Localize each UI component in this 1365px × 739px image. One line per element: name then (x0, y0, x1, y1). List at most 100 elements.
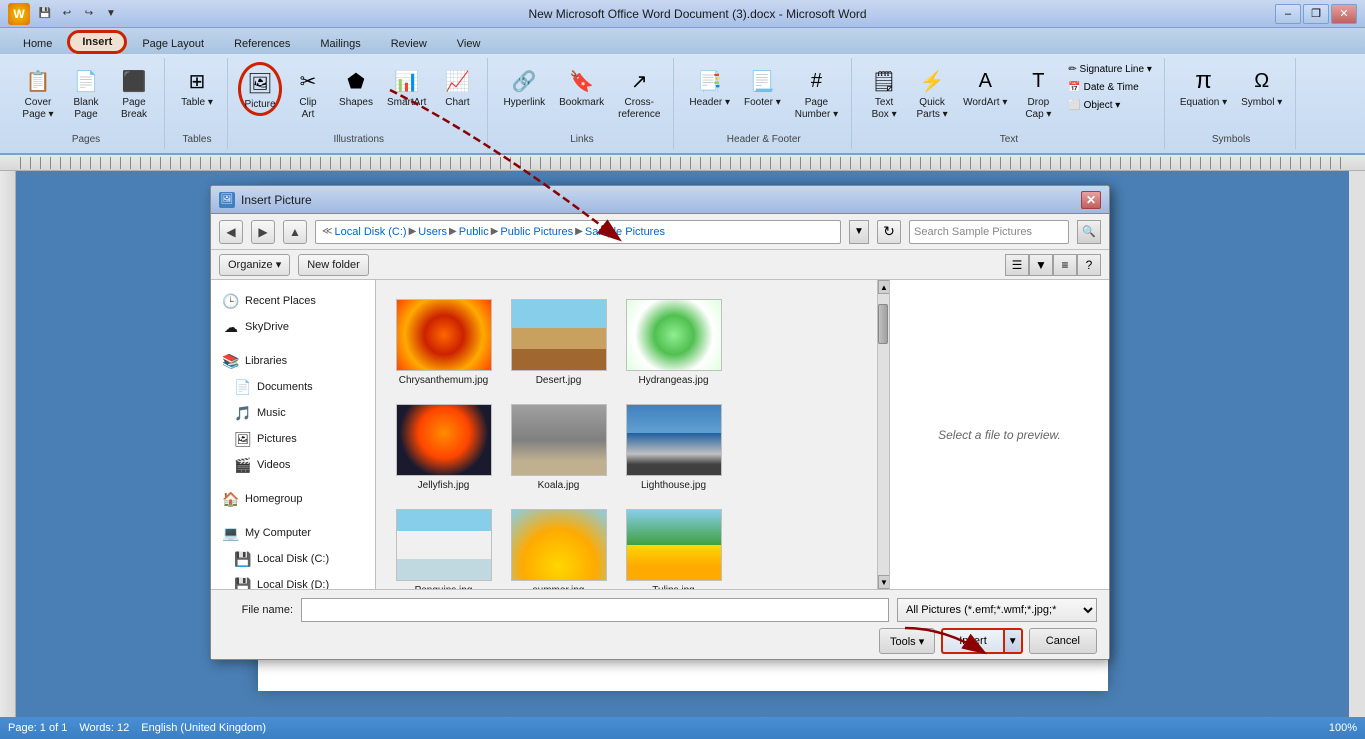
text-box-btn[interactable]: 🗒 TextBox ▾ (862, 62, 906, 124)
signature-line-btn[interactable]: ✏ Signature Line ▾ (1064, 62, 1155, 77)
tab-home[interactable]: Home (8, 33, 67, 54)
filename-input[interactable] (301, 598, 889, 622)
address-sample-pictures[interactable]: Sample Pictures (585, 226, 665, 238)
sidebar-item-my-computer[interactable]: 💻 My Computer (211, 520, 375, 546)
quick-parts-btn[interactable]: ⚡ QuickParts ▾ (910, 62, 954, 124)
cross-reference-btn[interactable]: ↗ Cross-reference (613, 62, 665, 124)
right-scrollbar[interactable] (1349, 171, 1365, 717)
undo-qa-btn[interactable]: ↩ (58, 5, 76, 23)
dialog-close-btn[interactable]: ✕ (1081, 191, 1101, 209)
insert-dropdown-btn[interactable]: ▼ (1003, 628, 1023, 654)
dialog-icon: 🖼 (219, 192, 235, 208)
tools-btn[interactable]: Tools ▾ (879, 628, 935, 654)
bookmark-btn[interactable]: 🔖 Bookmark (554, 62, 609, 112)
file-item-penguins[interactable]: Penguins.jpg (391, 505, 496, 589)
table-btn[interactable]: ⊞ Table ▾ (175, 62, 219, 112)
file-thumb-lighthouse (626, 404, 722, 476)
new-folder-btn[interactable]: New folder (298, 254, 369, 276)
search-btn[interactable]: 🔍 (1077, 220, 1101, 244)
picture-btn[interactable]: 🖼 Picture (238, 62, 282, 116)
file-item-desert[interactable]: Desert.jpg (506, 295, 611, 390)
sidebar-item-local-disk-d[interactable]: 💾 Local Disk (D:) (211, 572, 375, 589)
wordart-btn[interactable]: A WordArt ▾ (958, 62, 1012, 112)
view-details-btn[interactable]: ≡ (1053, 254, 1077, 276)
links-group-label: Links (490, 134, 673, 145)
sidebar-item-local-disk-c[interactable]: 💾 Local Disk (C:) (211, 546, 375, 572)
date-time-btn[interactable]: 📅 Date & Time (1064, 80, 1155, 95)
file-item-koala[interactable]: Koala.jpg (506, 400, 611, 495)
address-dropdown-btn[interactable]: ▼ (849, 220, 869, 244)
forward-btn[interactable]: ▶ (251, 220, 275, 244)
search-box[interactable]: Search Sample Pictures (909, 220, 1069, 244)
organize-btn[interactable]: Organize ▾ (219, 254, 290, 276)
sidebar-item-recent-places[interactable]: 🕒 Recent Places (211, 288, 375, 314)
dropdown-qa-btn[interactable]: ▼ (102, 5, 120, 23)
file-item-jellyfish[interactable]: Jellyfish.jpg (391, 400, 496, 495)
symbol-btn[interactable]: Ω Symbol ▾ (1236, 62, 1287, 112)
sidebar-item-videos[interactable]: 🎬 Videos (211, 452, 375, 478)
cover-page-btn[interactable]: 📋 CoverPage ▾ (16, 62, 60, 124)
symbols-group-label: Symbols (1167, 134, 1295, 145)
address-public[interactable]: Public (459, 226, 489, 238)
sidebar-item-skydrive[interactable]: ☁ SkyDrive (211, 314, 375, 340)
scroll-thumb[interactable] (878, 304, 888, 344)
blank-page-btn[interactable]: 📄 BlankPage (64, 62, 108, 124)
files-scrollbar[interactable]: ▲ ▼ (877, 280, 889, 589)
back-btn[interactable]: ◀ (219, 220, 243, 244)
clip-art-icon: ✂ (292, 65, 324, 97)
shapes-btn[interactable]: ⬟ Shapes (334, 62, 378, 112)
close-btn[interactable]: ✕ (1331, 4, 1357, 24)
file-item-lighthouse[interactable]: Lighthouse.jpg (621, 400, 726, 495)
sidebar-item-music[interactable]: 🎵 Music (211, 400, 375, 426)
file-item-hydrangeas[interactable]: Hydrangeas.jpg (621, 295, 726, 390)
tab-review[interactable]: Review (376, 33, 442, 54)
chart-btn[interactable]: 📈 Chart (435, 62, 479, 112)
sidebar-item-documents[interactable]: 📄 Documents (211, 374, 375, 400)
refresh-btn[interactable]: ↻ (877, 220, 901, 244)
cancel-btn[interactable]: Cancel (1029, 628, 1097, 654)
equation-btn[interactable]: π Equation ▾ (1175, 62, 1232, 112)
tab-mailings[interactable]: Mailings (305, 33, 375, 54)
filetype-select[interactable]: All Pictures (*.emf;*.wmf;*.jpg;* (897, 598, 1097, 622)
header-footer-group: 📑 Header ▾ 📃 Footer ▾ # PageNumber ▾ Hea… (676, 58, 852, 149)
header-btn[interactable]: 📑 Header ▾ (684, 62, 735, 112)
tab-references[interactable]: References (219, 33, 305, 54)
up-btn[interactable]: ▲ (283, 220, 307, 244)
documents-label: Documents (257, 381, 313, 393)
page-break-btn[interactable]: ⬛ PageBreak (112, 62, 156, 124)
tab-insert[interactable]: Insert (67, 30, 127, 54)
hyperlink-btn[interactable]: 🔗 Hyperlink (498, 62, 550, 112)
help-btn[interactable]: ? (1077, 254, 1101, 276)
sidebar-item-pictures[interactable]: 🖼 Pictures (211, 426, 375, 452)
smartart-btn[interactable]: 📊 SmartArt (382, 62, 431, 112)
insert-btn[interactable]: Insert (941, 628, 1003, 654)
file-item-summer[interactable]: summer.jpg (506, 505, 611, 589)
file-item-chrysanthemum[interactable]: Chrysanthemum.jpg (391, 295, 496, 390)
address-bar[interactable]: ≪ Local Disk (C:) ▶ Users ▶ Public ▶ Pub… (315, 220, 841, 244)
clip-art-btn[interactable]: ✂ ClipArt (286, 62, 330, 124)
page-number-btn[interactable]: # PageNumber ▾ (790, 62, 843, 124)
filename-row: File name: All Pictures (*.emf;*.wmf;*.j… (223, 598, 1097, 622)
address-users[interactable]: Users (418, 226, 447, 238)
redo-qa-btn[interactable]: ↪ (80, 5, 98, 23)
scroll-up-btn[interactable]: ▲ (878, 280, 889, 294)
tables-group-label: Tables (167, 134, 227, 145)
footer-btn[interactable]: 📃 Footer ▾ (739, 62, 786, 112)
tab-view[interactable]: View (442, 33, 496, 54)
view-list-btn[interactable]: ☰ (1005, 254, 1029, 276)
address-public-pictures[interactable]: Public Pictures (500, 226, 573, 238)
drop-cap-btn[interactable]: T DropCap ▾ (1016, 62, 1060, 124)
object-btn[interactable]: ⬜ Object ▾ (1064, 98, 1155, 113)
drop-cap-icon: T (1022, 65, 1054, 97)
view-dropdown-btn[interactable]: ▼ (1029, 254, 1053, 276)
scroll-down-btn[interactable]: ▼ (878, 575, 889, 589)
sidebar-item-libraries[interactable]: 📚 Libraries (211, 348, 375, 374)
file-item-tulips[interactable]: Tulips.jpg (621, 505, 726, 589)
tab-page-layout[interactable]: Page Layout (127, 33, 219, 54)
address-local-disk[interactable]: Local Disk (C:) (334, 226, 406, 238)
restore-btn[interactable]: ❐ (1303, 4, 1329, 24)
file-name-koala: Koala.jpg (538, 480, 580, 491)
save-qa-btn[interactable]: 💾 (36, 5, 54, 23)
minimize-btn[interactable]: – (1275, 4, 1301, 24)
sidebar-item-homegroup[interactable]: 🏠 Homegroup (211, 486, 375, 512)
